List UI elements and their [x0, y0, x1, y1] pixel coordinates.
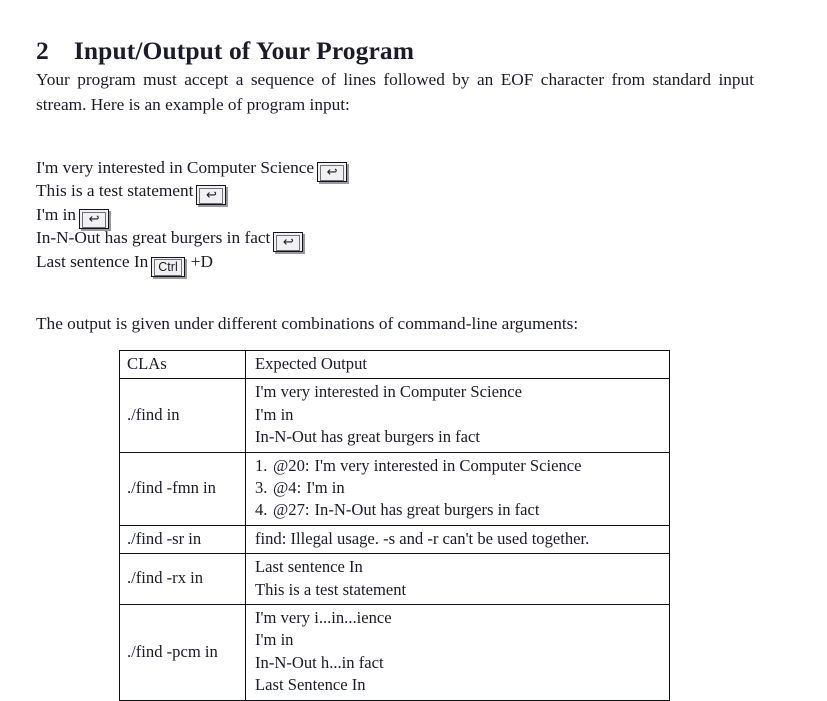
table-row: ./find -pcm in I'm very i...in...ience I…	[119, 604, 670, 701]
cla-label: ./find -sr in	[127, 528, 202, 548]
ctrl-key-icon: Ctrl	[151, 256, 185, 278]
enter-key-icon: ↩	[79, 208, 110, 229]
page-title: 2 Input/Output of Your Program	[36, 36, 414, 66]
table-row: ./find in I'm very interested in Compute…	[119, 378, 670, 453]
table-header-label-output: Expected Output	[255, 354, 367, 373]
output-paragraph: The output is given under different comb…	[36, 314, 579, 333]
table-cell-output: 1. @20: I'm very interested in Computer Sc…	[245, 452, 670, 526]
sample-input-line: Last sentence In Ctrl +D	[36, 250, 348, 278]
output-line: 4. @27: In-N-Out has great burgers in fact	[255, 499, 669, 521]
output-line: In-N-Out h...in fact	[255, 652, 384, 672]
output-line-text: I'm in	[306, 478, 345, 498]
output-line-offset: @20:	[273, 455, 310, 475]
output-line-index: 3.	[255, 478, 268, 498]
sample-input-line-text: Last sentence In	[36, 251, 149, 271]
output-line: Last Sentence In	[255, 675, 366, 695]
output-lines: find: Illegal usage. -s and -r can't be …	[246, 526, 669, 553]
results-table-head: CLAs Expected Output	[119, 349, 670, 380]
output-line: I'm very interested in Computer Science	[255, 382, 523, 402]
sample-input-line: I'm very interested in Computer Science ↩	[36, 156, 348, 182]
output-line: I'm in	[255, 630, 294, 650]
table-cell-output: I'm very interested in Computer Science …	[245, 378, 670, 453]
output-line: In-N-Out has great burgers in fact	[255, 427, 481, 447]
results-table-body: ./find in I'm very interested in Compute…	[119, 378, 670, 701]
enter-key-icon: ↩	[273, 232, 304, 253]
intro-paragraph-line-1: Your program must accept a sequence of l…	[36, 70, 712, 89]
section-number: 2	[36, 36, 49, 66]
cla-label: ./find -pcm in	[127, 641, 218, 661]
output-lines: I'm very i...in...ience I'm in In-N-Out …	[246, 605, 669, 700]
table-header-cell-output: Expected Output	[245, 349, 670, 380]
table-cell-cla: ./find -fmn in	[119, 452, 246, 526]
intro-paragraph: Your program must accept a sequence of l…	[36, 67, 754, 117]
output-line-index: 4.	[255, 500, 268, 520]
table-row: ./find -sr in find: Illegal usage. -s an…	[119, 525, 670, 555]
sample-input-key-suffix: +D	[190, 251, 213, 271]
output-line: 3. @4: I'm in	[255, 477, 669, 499]
sample-input-line-text: I'm very interested in Computer Science	[36, 158, 315, 177]
sample-input-line: This is a test statement ↩	[36, 179, 348, 206]
table-cell-cla: ./find in	[119, 378, 246, 453]
output-line-index: 1.	[255, 455, 268, 475]
sample-input-block: I'm very interested in Computer Science ↩…	[36, 156, 348, 278]
table-header-row: CLAs Expected Output	[119, 349, 670, 380]
output-line: Last sentence In	[255, 557, 363, 577]
sample-input-line: I'm in ↩	[36, 203, 348, 229]
sample-input-line-text: This is a test statement	[36, 181, 194, 201]
table-header-label-cla: CLAs	[127, 354, 167, 373]
output-lines: 1. @20: I'm very interested in Computer Sc…	[246, 453, 669, 525]
output-line-text: I'm very interested in Computer Science	[314, 455, 582, 475]
table-header-cell-cla: CLAs	[119, 349, 246, 380]
output-line: I'm very i...in...ience	[255, 608, 392, 628]
output-line-text: In-N-Out has great burgers in fact	[314, 500, 540, 520]
output-line: This is a test statement	[255, 579, 407, 599]
table-cell-output: Last sentence In This is a test statemen…	[245, 553, 670, 606]
output-line: 1. @20: I'm very interested in Computer Sc…	[255, 455, 669, 477]
enter-key-icon: ↩	[196, 185, 227, 206]
sample-input-line-text: I'm in	[36, 204, 77, 224]
table-cell-cla: ./find -rx in	[119, 553, 246, 606]
table-row: ./find -rx in Last sentence In This is a…	[119, 553, 670, 606]
output-lines: I'm very interested in Computer Science …	[246, 379, 669, 451]
output-line: I'm in	[255, 404, 294, 424]
table-row: ./find -fmn in 1. @20: I'm very interested…	[119, 452, 670, 526]
cla-label: ./find -fmn in	[127, 478, 216, 498]
table-cell-output: find: Illegal usage. -s and -r can't be …	[245, 525, 670, 555]
enter-key-icon: ↩	[317, 162, 348, 182]
results-table: CLAs Expected Output ./find in I'm very …	[119, 349, 670, 701]
table-cell-output: I'm very i...in...ience I'm in In-N-Out …	[245, 604, 670, 701]
output-line: find: Illegal usage. -s and -r can't be …	[255, 528, 590, 548]
sample-input-line: In-N-Out has great burgers in fact ↩	[36, 226, 348, 253]
output-line-offset: @4:	[273, 478, 302, 498]
output-lines: Last sentence In This is a test statemen…	[246, 554, 669, 604]
sample-input-line-text: In-N-Out has great burgers in fact	[36, 228, 271, 248]
section-title-text: Input/Output of Your Program	[73, 36, 415, 66]
cla-label: ./find in	[127, 404, 180, 424]
table-cell-cla: ./find -sr in	[119, 525, 246, 555]
document-page: 2 Input/Output of Your Program Your progr…	[0, 0, 827, 701]
table-cell-cla: ./find -pcm in	[119, 604, 246, 701]
output-line-offset: @27:	[273, 500, 310, 520]
cla-label: ./find -rx in	[127, 568, 204, 588]
